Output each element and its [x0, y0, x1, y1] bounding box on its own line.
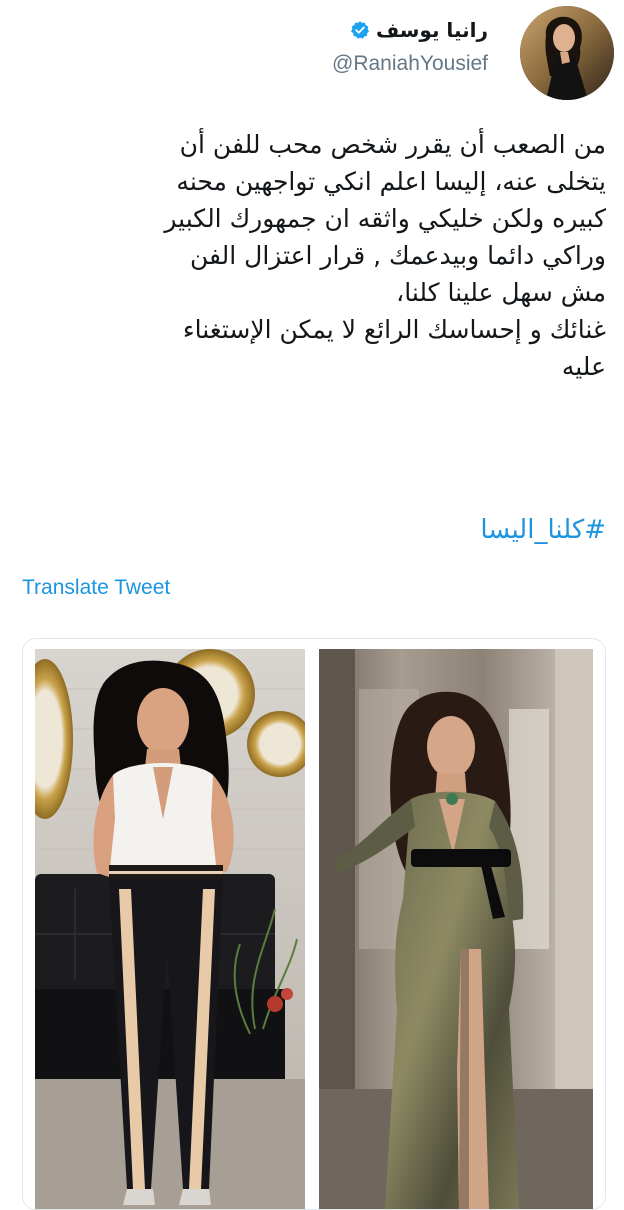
tweet-header: رانيا يوسف @RaniahYousief — [0, 0, 624, 110]
translate-tweet-link[interactable]: Translate Tweet — [22, 576, 170, 600]
user-handle[interactable]: @RaniahYousief — [188, 52, 488, 76]
media-card[interactable] — [22, 638, 606, 1210]
avatar-photo — [520, 6, 614, 100]
display-name-row: رانيا يوسف — [188, 16, 488, 44]
tweet-text: من الصعب أن يقرر شخص محب للفن أن يتخلى ع… — [16, 126, 606, 385]
verified-badge-icon — [350, 21, 369, 39]
avatar[interactable] — [520, 6, 614, 100]
tweet-text-line: وراكي دائما وبيدعمك , قرار اعتزال الفن — [189, 241, 606, 270]
display-name[interactable]: رانيا يوسف — [376, 18, 488, 42]
author-names[interactable]: رانيا يوسف @RaniahYousief — [188, 16, 488, 76]
hashtag-link[interactable]: #كلنا_اليسا — [480, 515, 606, 545]
tweet-text-line: من الصعب أن يقرر شخص محب للفن أن — [179, 130, 606, 159]
tweet-text-line: يتخلى عنه، إليسا اعلم انكي تواجهين محنه — [176, 167, 606, 196]
photo-woman-white-top[interactable] — [35, 649, 305, 1209]
tweet-text-line: كبيره ولكن خليكي واثقه ان جمهورك الكبير — [164, 204, 606, 233]
tweet-text-line: غنائك و إحساسك الرائع لا يمكن الإستغناء — [182, 315, 606, 344]
tweet-text-line: عليه — [561, 352, 606, 381]
photo-woman-sequin-gown[interactable] — [319, 649, 593, 1209]
tweet-text-line: مش سهل علينا كلنا، — [396, 278, 606, 307]
